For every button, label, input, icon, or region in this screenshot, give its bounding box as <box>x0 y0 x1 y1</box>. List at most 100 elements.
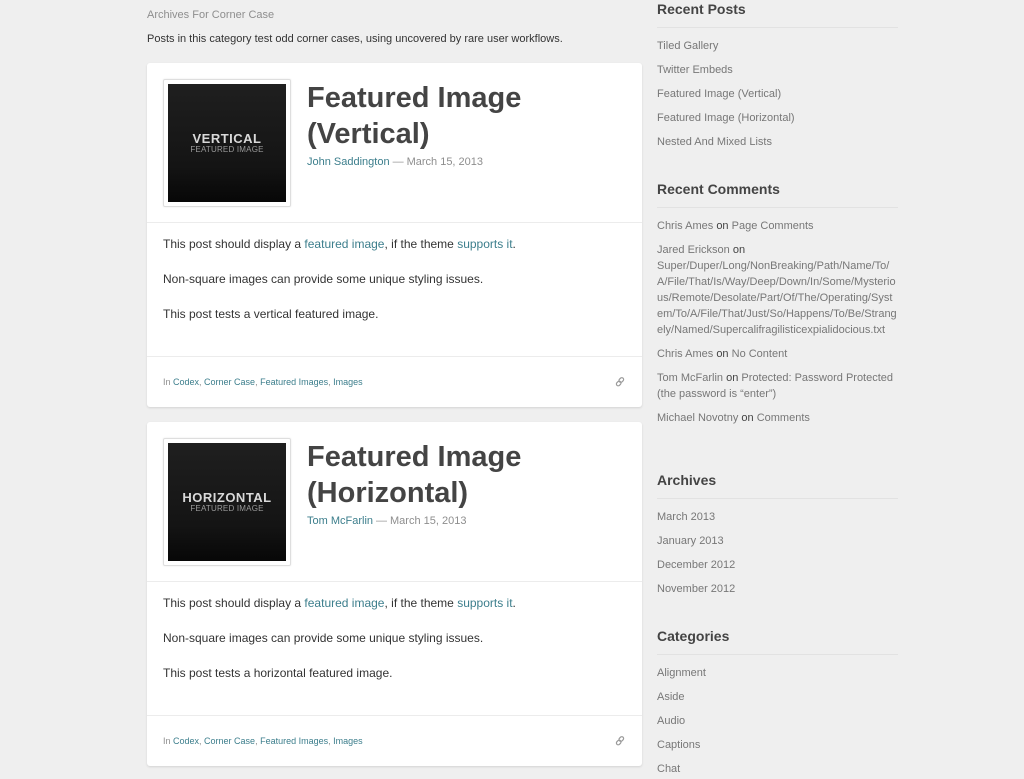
list-item: Michael Novotny on Comments <box>657 410 898 426</box>
archives-list: March 2013 January 2013 December 2012 No… <box>657 509 898 597</box>
on-word: on <box>726 372 739 384</box>
list-item: Audio <box>657 713 898 729</box>
featured-image-text-link[interactable]: featured image <box>304 596 384 610</box>
text: . <box>512 596 516 610</box>
category-link[interactable]: Codex <box>173 736 199 746</box>
supports-it-link[interactable]: supports it <box>457 596 512 610</box>
widget-title: Categories <box>657 628 898 655</box>
on-word: on <box>741 412 754 424</box>
on-word: on <box>716 348 729 360</box>
post-footer: In Codex, Corner Case, Featured Images, … <box>147 356 642 407</box>
recent-comments-list: Chris Ames on Page Comments Jared Ericks… <box>657 218 898 426</box>
featured-image-sublabel: FEATURED IMAGE <box>190 145 264 154</box>
link-icon[interactable] <box>614 375 626 387</box>
category-link[interactable]: Codex <box>173 377 199 387</box>
post-title[interactable]: Featured Image (Horizontal) <box>307 439 627 511</box>
text: , if the theme <box>384 596 458 610</box>
post-paragraph: This post should display a featured imag… <box>163 596 623 611</box>
widget-title: Recent Posts <box>657 1 898 28</box>
list-item: January 2013 <box>657 533 898 549</box>
recent-post-link[interactable]: Twitter Embeds <box>657 64 733 76</box>
featured-image-label: VERTICAL <box>192 131 262 146</box>
post-categories: In Codex, Corner Case, Featured Images, … <box>163 736 363 746</box>
text: , if the theme <box>384 237 458 251</box>
list-item: Twitter Embeds <box>657 62 898 78</box>
comment-post-link[interactable]: Super/Duper/Long/NonBreaking/Path/Name/T… <box>657 260 897 336</box>
archive-link[interactable]: November 2012 <box>657 583 735 595</box>
post-title[interactable]: Featured Image (Vertical) <box>307 80 627 152</box>
category-link[interactable]: Captions <box>657 739 700 751</box>
comment-author-link[interactable]: Tom McFarlin <box>657 372 723 384</box>
post-paragraph: This post tests a horizontal featured im… <box>163 666 393 680</box>
post-author[interactable]: John Saddington <box>307 156 390 168</box>
post-body: This post should display a featured imag… <box>163 237 623 342</box>
post-card: HORIZONTAL FEATURED IMAGE Featured Image… <box>147 422 642 766</box>
category-link[interactable]: Featured Images <box>260 736 328 746</box>
featured-image: HORIZONTAL FEATURED IMAGE <box>168 443 286 561</box>
category-link[interactable]: Images <box>333 736 363 746</box>
post-header: HORIZONTAL FEATURED IMAGE Featured Image… <box>147 422 642 582</box>
category-link[interactable]: Corner Case <box>204 736 255 746</box>
list-item: Jared Erickson on Super/Duper/Long/NonBre… <box>657 242 898 338</box>
archive-description: Posts in this category test odd corner c… <box>147 33 563 45</box>
recent-post-link[interactable]: Featured Image (Vertical) <box>657 88 781 100</box>
featured-image-link[interactable]: HORIZONTAL FEATURED IMAGE <box>163 438 291 566</box>
recent-posts-widget: Recent Posts Tiled Gallery Twitter Embed… <box>657 1 898 158</box>
archive-link[interactable]: March 2013 <box>657 511 715 523</box>
archive-title: Archives For Corner Case <box>147 9 275 21</box>
recent-post-link[interactable]: Nested And Mixed Lists <box>657 136 772 148</box>
supports-it-link[interactable]: supports it <box>457 237 512 251</box>
category-link[interactable]: Chat <box>657 763 680 775</box>
archive-link[interactable]: January 2013 <box>657 535 724 547</box>
list-item: Alignment <box>657 665 898 681</box>
post-date: March 15, 2013 <box>406 156 484 168</box>
archive-link[interactable]: December 2012 <box>657 559 735 571</box>
category-link[interactable]: Aside <box>657 691 685 703</box>
list-item: Captions <box>657 737 898 753</box>
list-item: Chris Ames on Page Comments <box>657 218 898 234</box>
post-meta: John Saddington — March 15, 2013 <box>307 156 483 168</box>
recent-comments-widget: Recent Comments Chris Ames on Page Comme… <box>657 181 898 434</box>
categories-prefix: In <box>163 736 174 746</box>
recent-post-link[interactable]: Featured Image (Horizontal) <box>657 112 795 124</box>
post-paragraph: This post should display a featured imag… <box>163 237 623 252</box>
featured-image-link[interactable]: VERTICAL FEATURED IMAGE <box>163 79 291 207</box>
category-link[interactable]: Audio <box>657 715 685 727</box>
category-link[interactable]: Corner Case <box>204 377 255 387</box>
text: . <box>512 237 516 251</box>
comment-post-link[interactable]: Page Comments <box>732 220 814 232</box>
post-paragraph: This post tests a vertical featured imag… <box>163 307 379 321</box>
comment-post-link[interactable]: No Content <box>732 348 788 360</box>
on-word: on <box>732 244 746 256</box>
comment-author-link[interactable]: Jared Erickson <box>657 244 730 256</box>
post-meta: Tom McFarlin — March 15, 2013 <box>307 515 466 527</box>
post-body: This post should display a featured imag… <box>163 596 623 701</box>
post-author[interactable]: Tom McFarlin <box>307 515 373 527</box>
category-link[interactable]: Images <box>333 377 363 387</box>
list-item: December 2012 <box>657 557 898 573</box>
comment-post-link[interactable]: Comments <box>757 412 810 424</box>
list-item: Featured Image (Horizontal) <box>657 110 898 126</box>
comment-author-link[interactable]: Chris Ames <box>657 348 713 360</box>
text: This post should display a <box>163 237 305 251</box>
list-item: November 2012 <box>657 581 898 597</box>
list-item: Chris Ames on No Content <box>657 346 898 362</box>
categories-prefix: In <box>163 377 174 387</box>
text: This post should display a <box>163 596 305 610</box>
widget-title: Recent Comments <box>657 181 898 208</box>
comment-author-link[interactable]: Michael Novotny <box>657 412 738 424</box>
recent-post-link[interactable]: Tiled Gallery <box>657 40 718 52</box>
categories-widget: Categories Alignment Aside Audio Caption… <box>657 628 898 779</box>
category-link[interactable]: Featured Images <box>260 377 328 387</box>
list-item: Tiled Gallery <box>657 38 898 54</box>
comment-author-link[interactable]: Chris Ames <box>657 220 713 232</box>
featured-image-sublabel: FEATURED IMAGE <box>190 504 264 513</box>
category-link[interactable]: Alignment <box>657 667 706 679</box>
categories-list: Alignment Aside Audio Captions Chat <box>657 665 898 777</box>
featured-image-text-link[interactable]: featured image <box>304 237 384 251</box>
list-item: Tom McFarlin on Protected: Password Prot… <box>657 370 898 402</box>
list-item: Nested And Mixed Lists <box>657 134 898 150</box>
list-item: Aside <box>657 689 898 705</box>
link-icon[interactable] <box>614 734 626 746</box>
list-item: March 2013 <box>657 509 898 525</box>
